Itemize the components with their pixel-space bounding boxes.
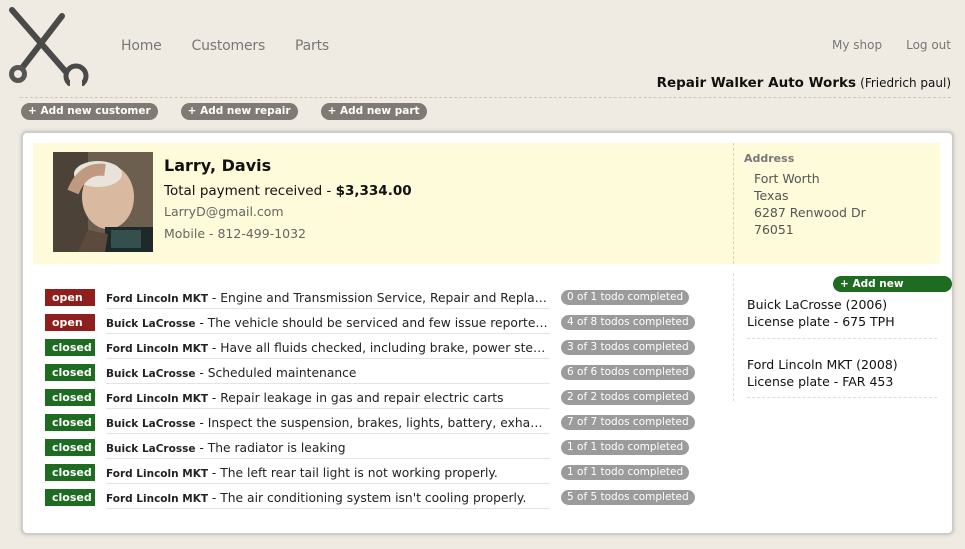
repair-row[interactable]: closed Ford Lincoln MKT - The left rear … [45,463,690,488]
repair-row[interactable]: closed Ford Lincoln MKT - Repair leakage… [45,388,695,413]
customer-mobile: Mobile - 812-499-1032 [164,226,307,241]
todo-progress-badge: 7 of 7 todos completed [561,415,695,430]
repair-vehicle: Ford Lincoln MKT [106,343,208,355]
repair-text: - The radiator is leaking [195,441,346,455]
repair-text: - The air conditioning system isn't cool… [208,491,527,505]
todo-progress-badge: 1 of 1 todo completed [561,440,690,455]
address-city: Fort Worth [754,171,820,186]
nav-parts[interactable]: Parts [295,38,329,54]
repair-description[interactable]: Ford Lincoln MKT - The left rear tail li… [106,463,550,484]
repair-description[interactable]: Ford Lincoln MKT - Engine and Transmissi… [106,288,550,309]
repair-vehicle: Ford Lincoln MKT [106,293,208,305]
todo-progress-badge: 3 of 3 todos completed [561,340,695,355]
add-repair-button[interactable]: + Add new repair [180,103,298,120]
status-badge: closed [45,489,95,506]
repair-row[interactable]: open Buick LaCrosse - The vehicle should… [45,313,695,338]
vehicle-plate: License plate - FAR 453 [747,374,894,389]
address-label: Address [744,152,795,165]
customer-email: LarryD@gmail.com [164,204,284,219]
status-badge: open [45,314,95,331]
repair-text: - Engine and Transmission Service, Repai… [208,291,550,305]
repair-vehicle: Buick LaCrosse [106,418,196,430]
payment-label: Total payment received - [164,183,336,199]
repair-row[interactable]: open Ford Lincoln MKT - Engine and Trans… [45,288,690,313]
status-badge: closed [45,389,95,406]
add-part-button[interactable]: + Add new part [320,103,427,120]
todo-progress-badge: 4 of 8 todos completed [561,315,695,330]
nav-customers[interactable]: Customers [192,38,266,54]
vehicle-name: Ford Lincoln MKT (2008) [747,357,898,372]
vehicle-plate: License plate - 675 TPH [747,314,895,329]
main-nav: Home Customers Parts [121,38,359,54]
repair-text: - Have all fluids checked, including bra… [211,341,550,355]
customer-panel: Larry, Davis Total payment received - $3… [21,131,954,535]
repair-vehicle: Ford Lincoln MKT [106,493,208,505]
customer-name: Larry, Davis [164,156,272,175]
status-badge: closed [45,364,95,381]
repair-row[interactable]: closed Buick LaCrosse - Inspect the susp… [45,413,695,438]
address-zip: 76051 [754,222,794,237]
status-badge: closed [45,439,95,456]
todo-progress-badge: 0 of 1 todo completed [561,290,690,305]
repair-vehicle: Buick LaCrosse [106,443,196,455]
add-vehicle-button[interactable]: + Add new vehicle [833,276,952,306]
todo-progress-badge: 5 of 5 todos completed [561,490,695,505]
todo-progress-badge: 6 of 6 todos completed [561,365,695,380]
status-badge: open [45,289,95,306]
repair-vehicle: Ford Lincoln MKT [106,468,208,480]
header-divider [20,97,951,98]
repair-text: - The left rear tail light is not workin… [208,466,498,480]
vehicle-name: Buick LaCrosse (2006) [747,297,888,312]
customer-avatar [53,152,153,252]
repair-text: - Repair leakage in gas and repair elect… [208,391,504,405]
todo-progress-badge: 2 of 2 todos completed [561,390,695,405]
repair-text: - Scheduled maintenance [195,366,357,380]
repair-row[interactable]: closed Ford Lincoln MKT - Have all fluid… [45,338,695,363]
action-bar: + Add new customer + Add new repair + Ad… [21,103,450,120]
address-street: 6287 Renwood Dr [754,205,866,220]
todo-progress-badge: 1 of 1 todo completed [561,465,690,480]
customer-info: Larry, Davis Total payment received - $3… [33,143,940,264]
wrench-logo-icon[interactable] [8,6,94,86]
status-badge: closed [45,339,95,356]
shop-header: Repair Walker Auto Works (Friedrich paul… [657,75,951,91]
shop-name: Repair Walker Auto Works [656,75,856,91]
vehicle-item[interactable]: Ford Lincoln MKT (2008) License plate - … [747,356,937,398]
current-user: (Friedrich paul) [860,76,951,90]
my-shop-link[interactable]: My shop [832,38,882,52]
customer-address: Address Fort Worth Texas 6287 Renwood Dr… [744,152,866,238]
account-nav: My shop Log out [808,38,951,52]
payment-value: $3,334.00 [335,183,412,199]
repair-row[interactable]: closed Buick LaCrosse - The radiator is … [45,438,690,463]
vehicle-item[interactable]: Buick LaCrosse (2006) License plate - 67… [747,296,937,339]
add-customer-button[interactable]: + Add new customer [21,103,158,120]
repair-description[interactable]: Ford Lincoln MKT - Have all fluids check… [106,338,550,359]
repair-description[interactable]: Ford Lincoln MKT - Repair leakage in gas… [106,388,550,409]
logout-link[interactable]: Log out [906,38,951,52]
status-badge: closed [45,464,95,481]
total-payment: Total payment received - $3,334.00 [164,183,412,199]
repair-vehicle: Buick LaCrosse [106,368,196,380]
customer-photo-icon [53,152,153,252]
repair-row[interactable]: closed Buick LaCrosse - Scheduled mainte… [45,363,695,388]
repair-description[interactable]: Buick LaCrosse - The radiator is leaking [106,438,550,459]
nav-home[interactable]: Home [121,38,162,54]
repair-description[interactable]: Buick LaCrosse - Inspect the suspension,… [106,413,550,434]
repair-vehicle: Ford Lincoln MKT [106,393,208,405]
repair-description[interactable]: Buick LaCrosse - The vehicle should be s… [106,313,550,334]
repair-text: - Inspect the suspension, brakes, lights… [199,416,550,430]
repair-vehicle: Buick LaCrosse [106,318,196,330]
status-badge: closed [45,414,95,431]
repair-description[interactable]: Ford Lincoln MKT - The air conditioning … [106,488,550,509]
repair-description[interactable]: Buick LaCrosse - Scheduled maintenance [106,363,550,384]
repair-text: - The vehicle should be serviced and few… [199,316,550,330]
address-divider [733,143,734,264]
repairs-list: open Ford Lincoln MKT - Engine and Trans… [45,288,695,513]
address-state: Texas [754,188,789,203]
repair-row[interactable]: closed Ford Lincoln MKT - The air condit… [45,488,695,513]
vehicles-divider [733,273,734,401]
